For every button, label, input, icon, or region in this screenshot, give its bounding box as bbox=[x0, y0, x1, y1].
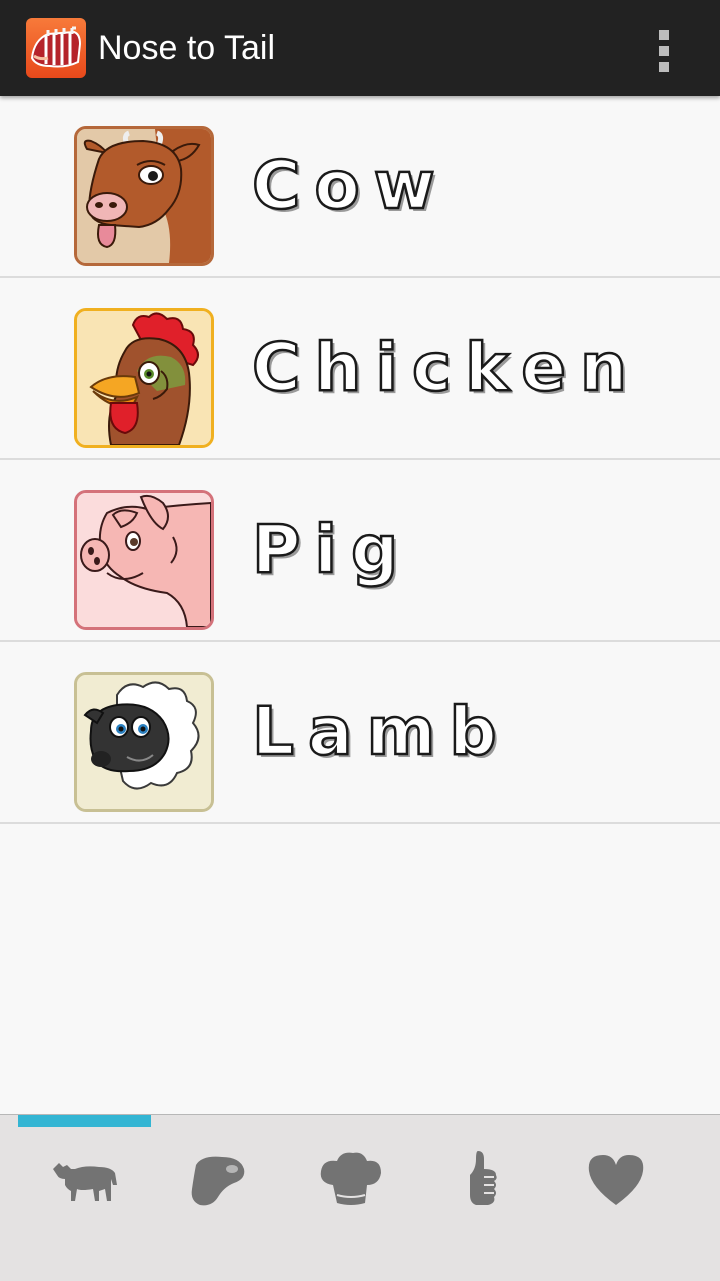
steak-icon bbox=[191, 1156, 245, 1206]
animal-name-cow: Cow bbox=[251, 146, 449, 226]
animal-list: Cow Chicken Pig Lamb bbox=[0, 96, 720, 824]
meat-rack-icon[interactable] bbox=[26, 18, 86, 78]
app-title: Nose to Tail bbox=[98, 29, 276, 67]
cow-silhouette-icon bbox=[53, 1163, 117, 1201]
tab-animals[interactable] bbox=[18, 1115, 150, 1281]
tab-cuts[interactable] bbox=[151, 1115, 283, 1281]
list-item-chicken[interactable]: Chicken bbox=[0, 278, 720, 460]
tab-recipes[interactable] bbox=[284, 1115, 416, 1281]
action-bar: Nose to Tail bbox=[0, 0, 720, 96]
tab-favorites[interactable] bbox=[550, 1115, 682, 1281]
thumbs-up-icon bbox=[470, 1151, 497, 1205]
list-item-cow[interactable]: Cow bbox=[0, 96, 720, 278]
animal-name-pig: Pig bbox=[251, 510, 413, 590]
rooster-face-icon bbox=[74, 308, 214, 448]
pig-face-icon bbox=[74, 490, 214, 630]
cow-face-icon bbox=[74, 126, 214, 266]
animal-name-lamb: Lamb bbox=[251, 692, 511, 772]
heart-icon bbox=[588, 1155, 644, 1205]
animal-name-chicken: Chicken bbox=[251, 328, 642, 408]
chef-hat-icon bbox=[320, 1152, 381, 1205]
bottom-tab-bar bbox=[0, 1114, 720, 1281]
sheep-face-icon bbox=[74, 672, 214, 812]
tab-recommended[interactable] bbox=[417, 1115, 549, 1281]
list-item-lamb[interactable]: Lamb bbox=[0, 642, 720, 824]
list-item-pig[interactable]: Pig bbox=[0, 460, 720, 642]
overflow-menu-icon[interactable] bbox=[644, 18, 684, 78]
